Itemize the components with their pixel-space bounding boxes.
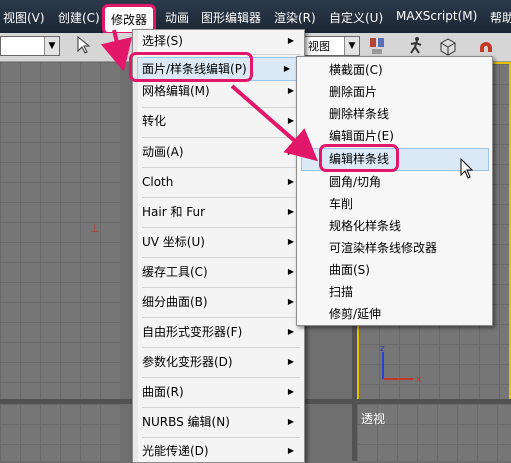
annotation-arrows	[100, 29, 319, 162]
annotation-arrow-1	[100, 29, 133, 72]
annotation-arrow-2	[230, 84, 319, 162]
